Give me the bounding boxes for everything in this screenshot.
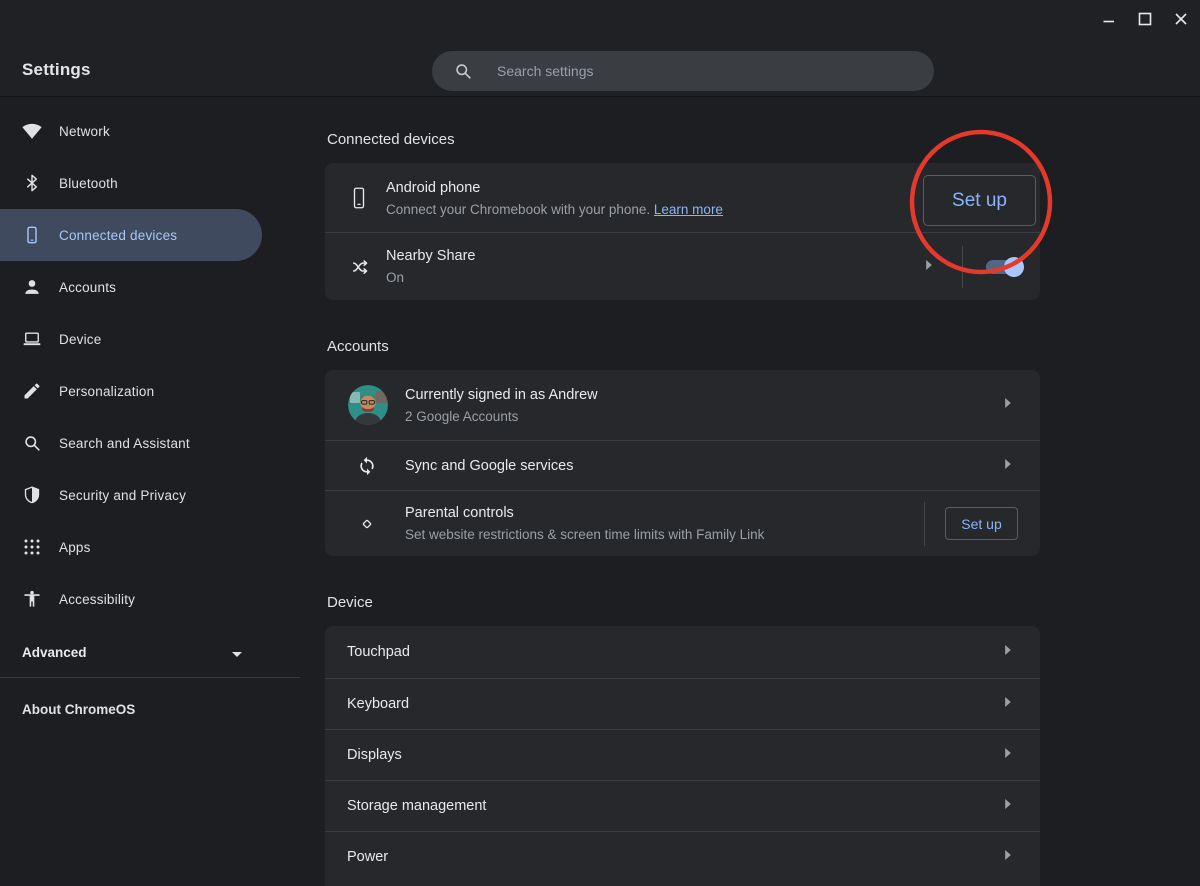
sidebar-item-device[interactable]: Device <box>0 313 300 365</box>
nearby-share-status: On <box>386 269 925 286</box>
family-link-icon <box>325 514 405 534</box>
storage-management-label: Storage management <box>347 797 1004 815</box>
vertical-divider <box>924 502 925 546</box>
section-title-connected-devices: Connected devices <box>327 131 1040 149</box>
storage-management-row[interactable]: Storage management <box>325 780 1040 831</box>
parental-controls-subtitle: Set website restrictions & screen time l… <box>405 526 924 543</box>
sidebar-item-about-chromeos[interactable]: About ChromeOS <box>0 686 300 732</box>
chevron-right-icon <box>1004 746 1012 764</box>
sidebar-item-label: Apps <box>59 540 91 555</box>
sidebar-item-security-privacy[interactable]: Security and Privacy <box>0 469 300 521</box>
close-icon <box>1173 11 1189 27</box>
wifi-icon <box>22 121 42 141</box>
minimize-button[interactable] <box>1094 6 1124 32</box>
connected-devices-card: Android phone Connect your Chromebook wi… <box>325 163 1040 300</box>
chevron-right-icon <box>1004 797 1012 815</box>
parental-controls-title: Parental controls <box>405 504 924 522</box>
smartphone-icon <box>325 184 386 212</box>
chevron-down-icon <box>232 644 242 662</box>
sidebar-item-personalization[interactable]: Personalization <box>0 365 300 417</box>
chevron-right-icon <box>1004 643 1012 661</box>
about-label: About ChromeOS <box>22 702 135 717</box>
section-title-device: Device <box>327 594 1040 612</box>
chevron-right-icon <box>1004 695 1012 713</box>
advanced-label: Advanced <box>22 645 87 660</box>
maximize-icon <box>1137 11 1153 27</box>
sidebar-item-label: Accounts <box>59 280 116 295</box>
sidebar-item-advanced[interactable]: Advanced <box>0 628 300 678</box>
chevron-right-icon <box>1004 848 1012 866</box>
chevron-right-icon <box>925 258 933 276</box>
search-icon <box>453 61 473 81</box>
nearby-share-title: Nearby Share <box>386 247 925 265</box>
signed-in-row[interactable]: Currently signed in as Andrew 2 Google A… <box>325 370 1040 440</box>
sync-icon <box>325 456 405 476</box>
sidebar-item-accessibility[interactable]: Accessibility <box>0 573 300 625</box>
keyboard-row[interactable]: Keyboard <box>325 678 1040 729</box>
nearby-share-icon <box>325 256 386 278</box>
sidebar-item-accounts[interactable]: Accounts <box>0 261 300 313</box>
keyboard-label: Keyboard <box>347 695 1004 713</box>
parental-controls-set-up-button[interactable]: Set up <box>945 507 1018 540</box>
sidebar-item-label: Device <box>59 332 101 347</box>
signed-in-title: Currently signed in as Andrew <box>405 386 1004 404</box>
sidebar-item-label: Security and Privacy <box>59 488 186 503</box>
touchpad-label: Touchpad <box>347 643 1004 661</box>
sidebar-item-apps[interactable]: Apps <box>0 521 300 573</box>
accounts-card: Currently signed in as Andrew 2 Google A… <box>325 370 1040 556</box>
sidebar-item-label: Search and Assistant <box>59 436 190 451</box>
chevron-right-icon <box>1004 457 1012 475</box>
accessibility-icon <box>22 589 42 609</box>
android-phone-set-up-button[interactable]: Set up <box>923 175 1036 226</box>
nearby-share-toggle[interactable] <box>986 260 1022 274</box>
power-label: Power <box>347 848 1004 866</box>
signed-in-subtitle: 2 Google Accounts <box>405 408 1004 425</box>
power-row[interactable]: Power <box>325 831 1040 882</box>
parental-controls-row: Parental controls Set website restrictio… <box>325 490 1040 556</box>
settings-content: Connected devices Android phone Connect … <box>325 97 1040 886</box>
top-bar: Settings <box>0 0 1200 97</box>
laptop-icon <box>22 329 42 349</box>
shield-icon <box>22 485 42 505</box>
avatar <box>348 385 388 425</box>
android-phone-row: Android phone Connect your Chromebook wi… <box>325 163 1040 232</box>
sidebar-item-label: Accessibility <box>59 592 135 607</box>
search-input[interactable] <box>497 51 934 91</box>
nearby-share-row[interactable]: Nearby Share On <box>325 232 1040 300</box>
search-icon <box>22 433 42 453</box>
chevron-right-icon <box>1004 396 1012 414</box>
vertical-divider <box>962 246 963 288</box>
displays-row[interactable]: Displays <box>325 729 1040 780</box>
android-phone-description-text: Connect your Chromebook with your phone. <box>386 202 654 217</box>
toggle-knob <box>1004 257 1024 277</box>
avatar-column <box>325 385 405 425</box>
device-card: Touchpad Keyboard Displays Storage manag… <box>325 626 1040 886</box>
sync-title: Sync and Google services <box>405 457 1004 475</box>
sidebar-item-label: Network <box>59 124 110 139</box>
touchpad-row[interactable]: Touchpad <box>325 626 1040 678</box>
sidebar-item-search-assistant[interactable]: Search and Assistant <box>0 417 300 469</box>
sidebar-item-label: Bluetooth <box>59 176 118 191</box>
learn-more-link[interactable]: Learn more <box>654 202 723 217</box>
person-icon <box>22 277 42 297</box>
settings-sidebar: Network Bluetooth Connected devices Acco… <box>0 97 300 886</box>
brush-icon <box>22 381 42 401</box>
sync-google-services-row[interactable]: Sync and Google services <box>325 440 1040 490</box>
apps-grid-icon <box>22 537 42 557</box>
settings-search-bar[interactable] <box>432 51 934 91</box>
sidebar-item-bluetooth[interactable]: Bluetooth <box>0 157 300 209</box>
bluetooth-icon <box>22 173 42 193</box>
sidebar-item-label: Connected devices <box>59 228 177 243</box>
sidebar-item-label: Personalization <box>59 384 154 399</box>
maximize-button[interactable] <box>1130 6 1160 32</box>
sidebar-item-connected-devices[interactable]: Connected devices <box>0 209 262 261</box>
section-title-accounts: Accounts <box>327 338 1040 356</box>
close-button[interactable] <box>1166 6 1196 32</box>
app-title: Settings <box>22 60 91 80</box>
window-controls <box>1094 6 1196 32</box>
minimize-icon <box>1101 11 1117 27</box>
sidebar-item-network[interactable]: Network <box>0 105 300 157</box>
smartphone-icon <box>22 225 42 245</box>
displays-label: Displays <box>347 746 1004 764</box>
